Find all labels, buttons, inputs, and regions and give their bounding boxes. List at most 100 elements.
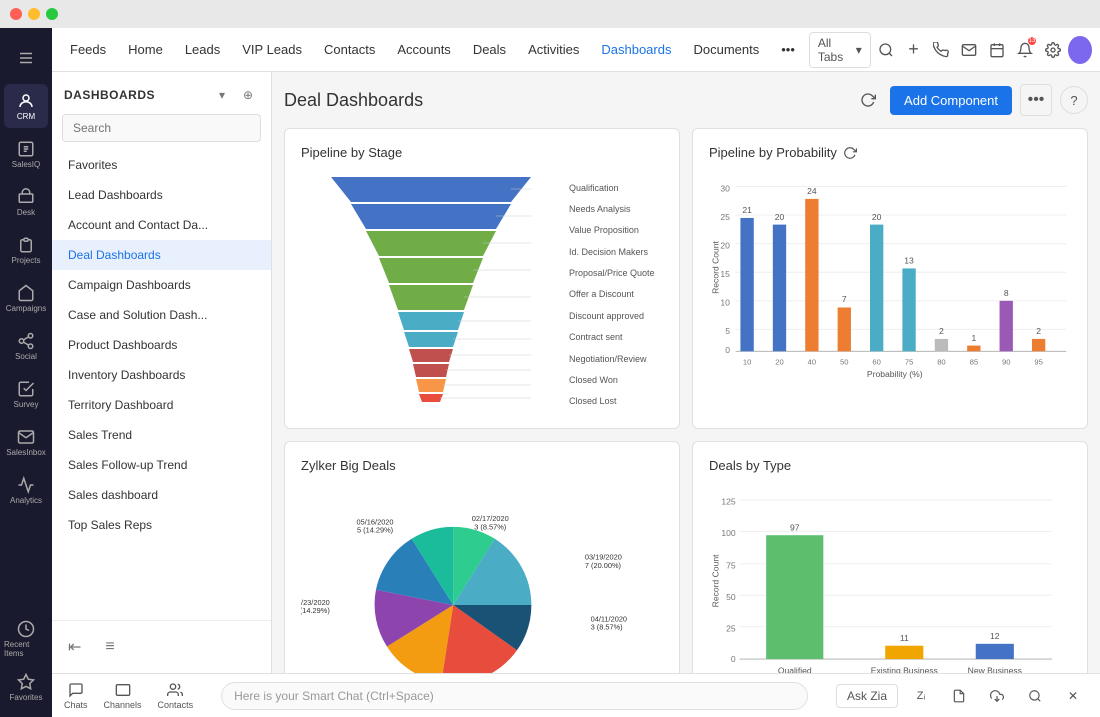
- sidebar-item-lead-dashboards[interactable]: Lead Dashboards: [52, 180, 271, 210]
- sidebar-item-projects[interactable]: Projects: [4, 228, 48, 272]
- add-button[interactable]: +: [901, 35, 927, 65]
- svg-text:20: 20: [775, 358, 783, 367]
- sidebar-item-sales-dashboard[interactable]: Sales dashboard: [52, 480, 271, 510]
- funnel-label-10: Closed Won: [569, 375, 655, 385]
- sidebar-item-product-dashboards[interactable]: Product Dashboards: [52, 330, 271, 360]
- sidebar-search[interactable]: [62, 114, 261, 142]
- bottom-action-4[interactable]: [1020, 681, 1050, 711]
- chevron-down-icon: ▾: [856, 43, 862, 57]
- sidebar-item-desk[interactable]: Desk: [4, 180, 48, 224]
- user-avatar[interactable]: [1068, 36, 1092, 64]
- ask-zia-button[interactable]: Ask Zia: [836, 684, 898, 708]
- bottom-action-5[interactable]: ✕: [1058, 681, 1088, 711]
- sidebar-item-campaign-dashboards[interactable]: Campaign Dashboards: [52, 270, 271, 300]
- nav-dashboards[interactable]: Dashboards: [591, 36, 681, 63]
- sidebar-label-salesiq: SalesIQ: [12, 160, 40, 169]
- close-button[interactable]: [10, 8, 22, 20]
- svg-text:3 (8.57%): 3 (8.57%): [591, 623, 623, 632]
- sidebar-item-recent[interactable]: Recent Items: [4, 617, 48, 661]
- sidebar-item-deal-dashboards[interactable]: Deal Dashboards: [52, 240, 271, 270]
- hamburger-menu[interactable]: [4, 36, 48, 80]
- svg-text:30: 30: [720, 183, 730, 193]
- sidebar-dropdown-icon[interactable]: ▾: [211, 84, 233, 106]
- nav-activities[interactable]: Activities: [518, 36, 589, 63]
- deals-by-type-title: Deals by Type: [709, 458, 1071, 473]
- nav-leads[interactable]: Leads: [175, 36, 230, 63]
- bar-existing-business: [885, 646, 923, 659]
- nav-vip-leads[interactable]: VIP Leads: [232, 36, 312, 63]
- search-button[interactable]: [873, 35, 899, 65]
- svg-text:7: 7: [842, 294, 847, 304]
- more-options-button[interactable]: •••: [1020, 84, 1052, 116]
- main-content: Deal Dashboards Add Component ••• ? Pi: [272, 72, 1100, 673]
- pie-label-6: 04/18/2020: [328, 672, 365, 673]
- bottom-tab-contacts-label: Contacts: [158, 700, 194, 710]
- funnel-label-8: Contract sent: [569, 332, 655, 342]
- sidebar-item-top-sales-reps[interactable]: Top Sales Reps: [52, 510, 271, 540]
- funnel-label-7: Discount approved: [569, 311, 655, 321]
- mail-button[interactable]: [956, 35, 982, 65]
- sidebar-label-desk: Desk: [17, 208, 35, 217]
- maximize-button[interactable]: [46, 8, 58, 20]
- nav-deals[interactable]: Deals: [463, 36, 516, 63]
- sidebar-label-recent: Recent Items: [4, 640, 48, 658]
- sidebar-item-social[interactable]: Social: [4, 324, 48, 368]
- sidebar-collapse-button[interactable]: ⇤: [60, 629, 89, 665]
- settings-button[interactable]: [1040, 35, 1066, 65]
- sidebar-list-view-button[interactable]: ≡: [97, 629, 122, 665]
- bar-60-teal: [870, 225, 883, 352]
- pie-slices: [375, 527, 532, 673]
- nav-documents[interactable]: Documents: [683, 36, 769, 63]
- svg-text:21: 21: [742, 205, 752, 215]
- funnel-layer-6: [398, 312, 464, 330]
- bottom-action-2[interactable]: [944, 681, 974, 711]
- sidebar-add-icon[interactable]: ⊕: [237, 84, 259, 106]
- svg-text:3 (8.57%): 3 (8.57%): [474, 522, 506, 531]
- svg-text:20: 20: [775, 212, 785, 222]
- nav-feeds[interactable]: Feeds: [60, 36, 116, 63]
- bottom-tab-chats[interactable]: Chats: [64, 682, 88, 710]
- svg-text:8: 8: [1004, 288, 1009, 298]
- refresh-button[interactable]: [854, 86, 882, 114]
- svg-text:80: 80: [937, 358, 945, 367]
- svg-text:95: 95: [1034, 358, 1042, 367]
- sidebar-item-account-contact[interactable]: Account and Contact Da...: [52, 210, 271, 240]
- bottom-action-3[interactable]: [982, 681, 1012, 711]
- svg-text:15: 15: [720, 269, 730, 279]
- sidebar-item-sales-followup[interactable]: Sales Follow-up Trend: [52, 450, 271, 480]
- sidebar-item-inventory-dashboards[interactable]: Inventory Dashboards: [52, 360, 271, 390]
- calendar-button[interactable]: [984, 35, 1010, 65]
- svg-text:Qualified: Qualified: [778, 665, 812, 673]
- minimize-button[interactable]: [28, 8, 40, 20]
- phone-button[interactable]: [928, 35, 954, 65]
- smart-chat-input[interactable]: Here is your Smart Chat (Ctrl+Space): [221, 682, 808, 710]
- probability-refresh-icon[interactable]: [843, 146, 857, 160]
- bottom-action-1[interactable]: Zᵢ: [906, 681, 936, 711]
- svg-text:10: 10: [720, 298, 730, 308]
- sidebar-item-favorites[interactable]: Favorites: [52, 150, 271, 180]
- sidebar-item-campaigns[interactable]: Campaigns: [4, 276, 48, 320]
- notifications-button[interactable]: 13: [1012, 35, 1038, 65]
- sidebar-item-analytics[interactable]: Analytics: [4, 468, 48, 512]
- zylker-big-deals-title: Zylker Big Deals: [301, 458, 663, 473]
- sidebar-item-case-solution[interactable]: Case and Solution Dash...: [52, 300, 271, 330]
- bottom-tab-channels[interactable]: Channels: [104, 682, 142, 710]
- sidebar-item-territory-dashboard[interactable]: Territory Dashboard: [52, 390, 271, 420]
- nav-home[interactable]: Home: [118, 36, 173, 63]
- svg-text:40: 40: [808, 358, 816, 367]
- sidebar-item-favorites[interactable]: Favorites: [4, 665, 48, 709]
- add-component-button[interactable]: Add Component: [890, 86, 1012, 115]
- all-tabs-button[interactable]: All Tabs ▾: [809, 32, 871, 68]
- sidebar-item-salesinbox[interactable]: SalesInbox: [4, 420, 48, 464]
- bottom-tab-contacts[interactable]: Contacts: [158, 682, 194, 710]
- sidebar-item-crm[interactable]: CRM: [4, 84, 48, 128]
- sidebar-item-survey[interactable]: Survey: [4, 372, 48, 416]
- nav-contacts[interactable]: Contacts: [314, 36, 385, 63]
- funnel-label-1: Qualification: [569, 183, 655, 193]
- help-button[interactable]: ?: [1060, 86, 1088, 114]
- sidebar-header: DASHBOARDS ▾ ⊕: [52, 72, 271, 114]
- nav-accounts[interactable]: Accounts: [387, 36, 460, 63]
- sidebar-item-salesiq[interactable]: SalesIQ: [4, 132, 48, 176]
- sidebar-item-sales-trend[interactable]: Sales Trend: [52, 420, 271, 450]
- nav-more[interactable]: •••: [771, 36, 805, 63]
